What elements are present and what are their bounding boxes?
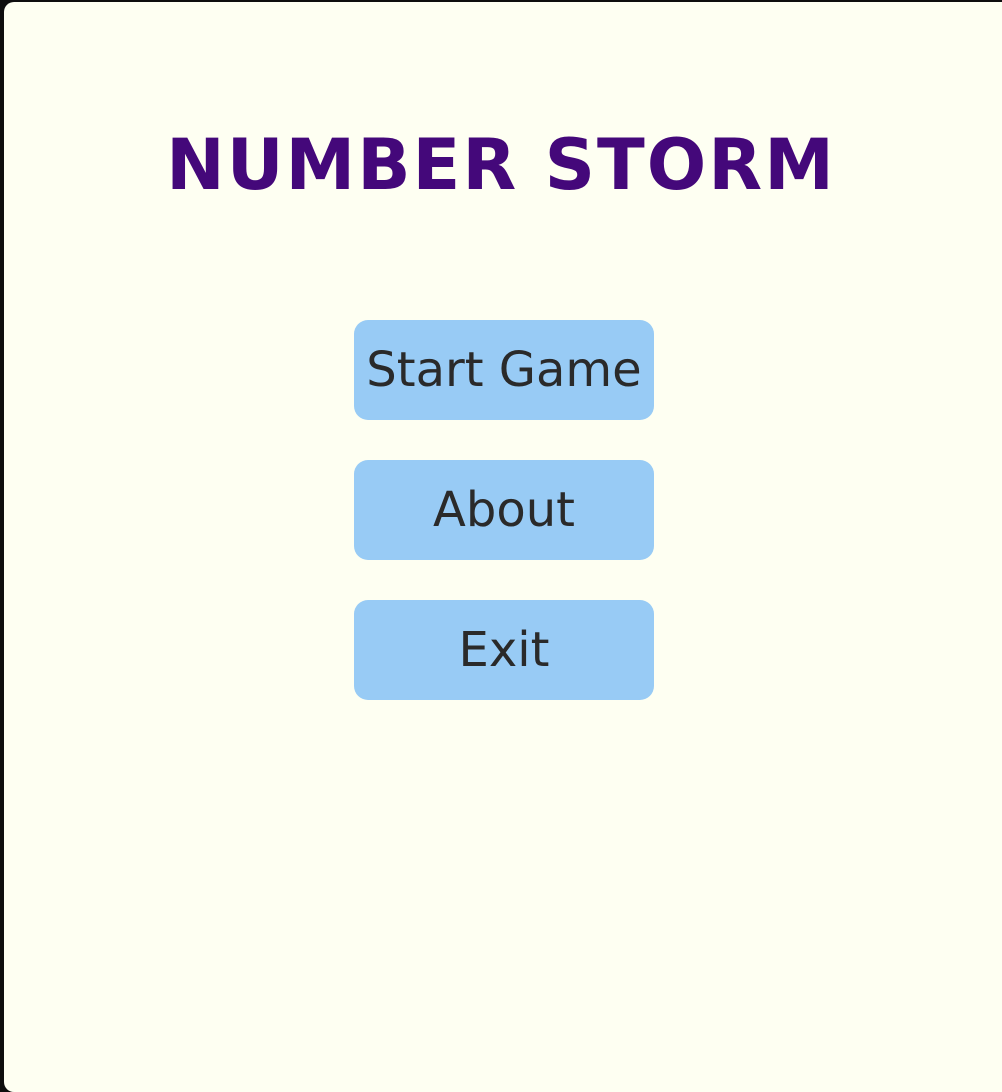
game-title: NUMBER STORM (166, 124, 836, 206)
exit-label: Exit (458, 622, 550, 678)
about-label: About (433, 482, 575, 538)
start-game-label: Start Game (366, 342, 642, 398)
start-game-button[interactable]: Start Game (354, 320, 654, 420)
exit-button[interactable]: Exit (354, 600, 654, 700)
about-button[interactable]: About (354, 460, 654, 560)
game-window: NUMBER STORM Start Game About Exit (4, 2, 1002, 1092)
